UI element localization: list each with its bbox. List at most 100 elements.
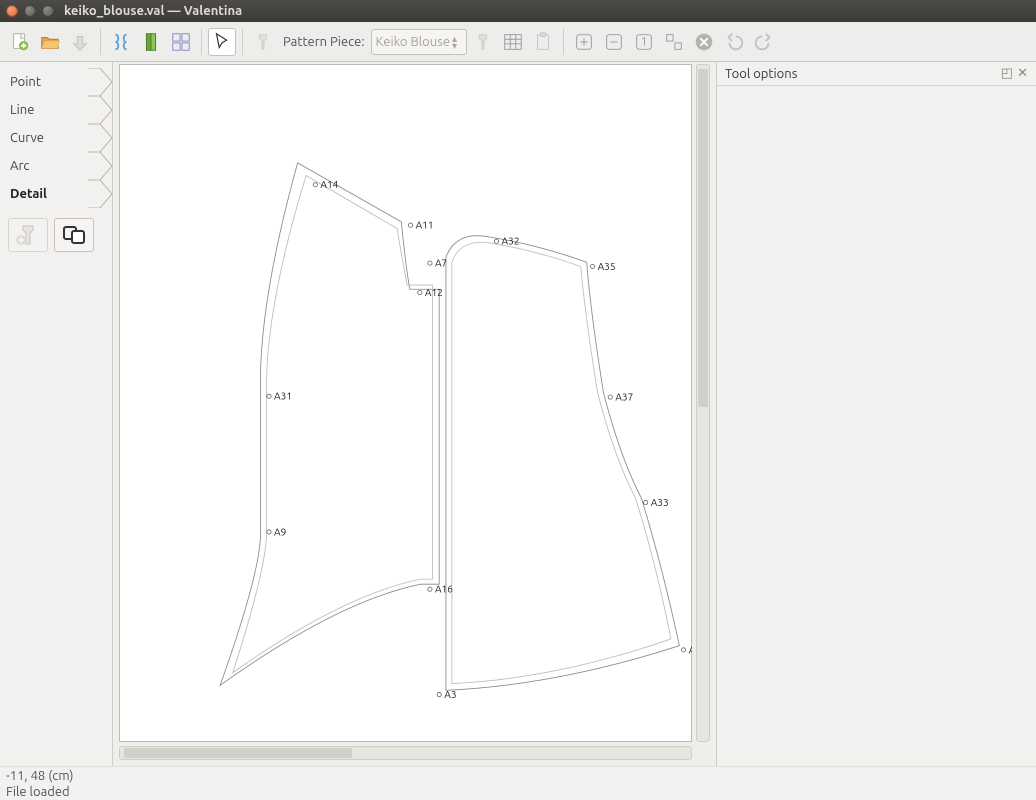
pattern-point-label: A14 [320, 179, 338, 190]
table-icon [502, 31, 524, 53]
layout-mode-icon [170, 31, 192, 53]
new-file-icon [9, 31, 31, 53]
chevron-down-icon: ▾ [452, 42, 462, 49]
clipboard-icon [532, 31, 554, 53]
vertical-scrollbar[interactable] [696, 64, 710, 742]
drawing-canvas[interactable]: A14A11A32A7A35A12A31A37A33A9A16A27A3 [119, 64, 692, 742]
tooltab-point[interactable]: Point [0, 68, 112, 96]
pattern-point[interactable] [428, 261, 432, 265]
pattern-point[interactable] [681, 648, 685, 652]
undo-button[interactable] [720, 28, 748, 56]
new-detail-tool[interactable] [8, 218, 48, 252]
status-coordinates: -11, 48 (cm) [6, 769, 1030, 783]
tab-notch-icon [88, 96, 112, 124]
undo-icon [723, 31, 745, 53]
pattern-drawing: A14A11A32A7A35A12A31A37A33A9A16A27A3 [119, 64, 692, 742]
tooltab-line[interactable]: Line [0, 96, 112, 124]
zoom-one-icon: 1 [633, 31, 655, 53]
pattern-point[interactable] [267, 530, 271, 534]
pattern-point[interactable] [494, 239, 498, 243]
zoom-fit-icon [663, 31, 685, 53]
window-maximize-button[interactable] [42, 5, 54, 17]
zoom-out-icon [603, 31, 625, 53]
tab-notch-icon [88, 124, 112, 152]
pattern-point-label: A32 [502, 236, 520, 247]
new-file-button[interactable] [6, 28, 34, 56]
horizontal-scrollbar[interactable] [119, 746, 692, 760]
tool-options-panel: Tool options ◰ ✕ [716, 62, 1036, 766]
new-detail-icon [15, 224, 41, 246]
pattern-point[interactable] [313, 183, 317, 187]
detail-mode-icon [140, 31, 162, 53]
pattern-point[interactable] [428, 587, 432, 591]
open-folder-icon [39, 31, 61, 53]
save-icon [69, 31, 91, 53]
tooltab-label: Line [10, 103, 34, 117]
zoom-out-button[interactable] [600, 28, 628, 56]
pointer-tool-button[interactable] [208, 28, 236, 56]
window-titlebar: keiko_blouse.val — Valentina [0, 0, 1036, 22]
canvas-area: A14A11A32A7A35A12A31A37A33A9A16A27A3 [112, 62, 716, 766]
tab-notch-icon [88, 68, 112, 96]
pattern-point[interactable] [408, 223, 412, 227]
window-title: keiko_blouse.val — Valentina [64, 4, 242, 18]
tooltab-curve[interactable]: Curve [0, 124, 112, 152]
table-button[interactable] [499, 28, 527, 56]
save-file-button[interactable] [66, 28, 94, 56]
scrollbar-thumb[interactable] [698, 69, 708, 407]
status-bar: -11, 48 (cm) File loaded [0, 766, 1036, 800]
pattern-piece-label: Pattern Piece: [283, 35, 365, 49]
pattern-point-label: A35 [598, 261, 616, 272]
redo-button[interactable] [750, 28, 778, 56]
pattern-point[interactable] [608, 395, 612, 399]
tab-notch-icon [88, 152, 112, 180]
tooltab-label: Curve [10, 131, 44, 145]
pattern-piece-value: Keiko Blouse [376, 35, 450, 49]
zoom-fit-button[interactable] [660, 28, 688, 56]
pattern-piece-icon [252, 31, 274, 53]
stop-button[interactable] [690, 28, 718, 56]
draw-mode-button[interactable] [107, 28, 135, 56]
tooltab-label: Arc [10, 159, 29, 173]
window-minimize-button[interactable] [24, 5, 36, 17]
window-close-button[interactable] [6, 5, 18, 17]
tooltab-label: Point [10, 75, 41, 89]
pattern-point-label: A31 [274, 391, 292, 402]
zoom-in-button[interactable] [570, 28, 598, 56]
close-panel-icon[interactable]: ✕ [1017, 66, 1028, 81]
open-file-button[interactable] [36, 28, 64, 56]
tab-notch-icon [88, 180, 112, 208]
union-tool[interactable] [54, 218, 94, 252]
pattern-point[interactable] [418, 291, 422, 295]
layout-mode-button[interactable] [167, 28, 195, 56]
zoom-in-icon [573, 31, 595, 53]
pattern-point-label: A9 [274, 526, 286, 537]
pattern-point-label: A27 [689, 644, 692, 655]
tool-tabs-sidebar: Point Line Curve Arc Detail [0, 62, 112, 766]
config-pattern-button[interactable] [469, 28, 497, 56]
undock-icon[interactable]: ◰ [1001, 66, 1013, 81]
pattern-point-label: A3 [444, 689, 456, 700]
clipboard-button[interactable] [529, 28, 557, 56]
gear-pattern-icon [472, 31, 494, 53]
toolbar-separator [563, 29, 564, 55]
tooltab-arc[interactable]: Arc [0, 152, 112, 180]
pattern-point-label: A12 [425, 287, 443, 298]
pattern-point[interactable] [644, 500, 648, 504]
scrollbar-thumb[interactable] [124, 748, 352, 758]
pattern-piece-select[interactable]: Keiko Blouse ▴ ▾ [371, 29, 467, 55]
pointer-icon [211, 31, 233, 53]
tooltab-detail[interactable]: Detail [0, 180, 112, 208]
toolbar-separator [242, 29, 243, 55]
detail-mode-button[interactable] [137, 28, 165, 56]
pattern-point-label: A16 [435, 584, 453, 595]
toolbar-separator [201, 29, 202, 55]
pattern-point[interactable] [590, 264, 594, 268]
new-pattern-piece-button[interactable] [249, 28, 277, 56]
pattern-point[interactable] [267, 394, 271, 398]
pattern-point[interactable] [437, 692, 441, 696]
status-message: File loaded [6, 785, 1030, 799]
tool-options-title: Tool options [725, 67, 797, 81]
zoom-reset-button[interactable]: 1 [630, 28, 658, 56]
union-icon [61, 224, 87, 246]
